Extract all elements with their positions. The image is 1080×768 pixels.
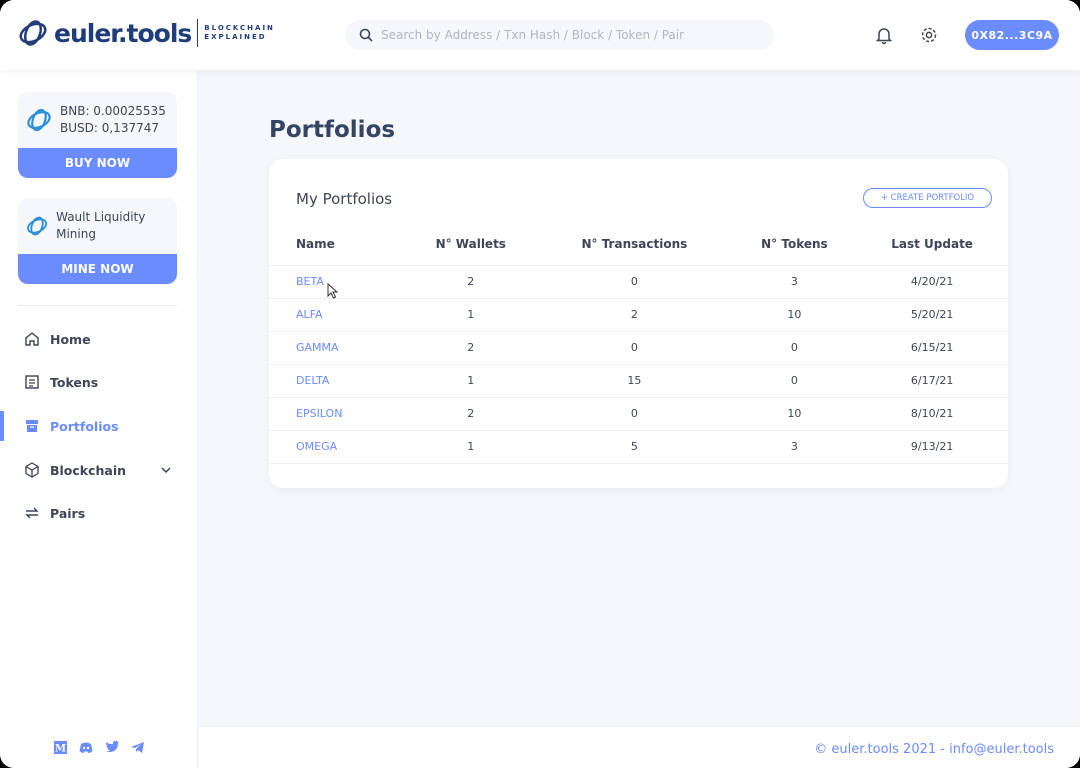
table-row[interactable]: GAMMA 2 0 0 6/15/21	[269, 331, 1008, 365]
sidebar-item-portfolios[interactable]: Portfolios	[0, 411, 198, 441]
table-row[interactable]: OMEGA 1 5 3 9/13/21	[269, 430, 1008, 464]
app-window: euler.tools BLOCKCHAINEXPLAINED 0X82...3…	[0, 0, 1080, 768]
column-header: N° Tokens	[732, 223, 857, 266]
nav-label: Portfolios	[50, 418, 119, 434]
table-cell: 10	[732, 397, 857, 431]
table-cell: 2	[405, 331, 537, 365]
column-header: N° Transactions	[536, 223, 733, 266]
portfolio-name-link[interactable]: OMEGA	[269, 430, 406, 464]
table-cell: 0	[536, 331, 733, 365]
nav-label: Blockchain	[50, 462, 127, 478]
table-cell: 1	[405, 430, 537, 464]
search-bar[interactable]	[345, 20, 774, 50]
table-cell: 5/20/21	[856, 298, 1008, 332]
portfolio-name-link[interactable]: DELTA	[269, 364, 406, 398]
table-cell: 1	[405, 364, 537, 398]
home-icon	[25, 332, 39, 346]
table-cell: 0	[732, 364, 857, 398]
table-cell: 0	[536, 397, 733, 431]
table-cell: 6/17/21	[856, 364, 1008, 398]
mine-now-button[interactable]: MINE NOW	[18, 254, 177, 284]
buy-now-button[interactable]: BUY NOW	[18, 148, 177, 178]
logo-tagline: BLOCKCHAIN	[204, 24, 275, 32]
bell-icon[interactable]	[874, 25, 894, 45]
telegram-icon[interactable]	[131, 741, 144, 754]
sidebar-divider	[18, 305, 177, 306]
portfolio-name-link[interactable]: EPSILON	[269, 397, 406, 431]
page-title: Portfolios	[269, 117, 396, 143]
discord-icon[interactable]	[79, 741, 93, 754]
table-row[interactable]: ALFA 1 2 10 5/20/21	[269, 298, 1008, 332]
footer-text[interactable]: © euler.tools 2021 - info@euler.tools	[814, 742, 1054, 757]
medium-icon[interactable]: M	[54, 741, 67, 754]
euler-logo-icon	[19, 20, 47, 46]
table-cell: 6/15/21	[856, 331, 1008, 365]
svg-text:M: M	[55, 744, 66, 755]
balance-card: BNB: 0.00025535 BUSD: 0,137747 BUY NOW	[18, 92, 177, 178]
table-cell: 3	[732, 265, 857, 299]
table-cell: 0	[732, 331, 857, 365]
main-content: Portfolios My Portfolios + CREATE PORTFO…	[199, 70, 1080, 726]
social-links: M	[54, 741, 144, 754]
logo[interactable]: euler.tools BLOCKCHAIN EXPLAINED	[18, 18, 275, 48]
header: euler.tools BLOCKCHAINEXPLAINED 0X82...3…	[0, 0, 1080, 70]
list-icon	[25, 375, 39, 389]
search-icon	[359, 28, 373, 42]
create-portfolio-button[interactable]: + CREATE PORTFOLIO	[863, 188, 992, 208]
table-cell: 8/10/21	[856, 397, 1008, 431]
table-cell: 2	[536, 298, 733, 332]
mining-card: Wault Liquidity Mining MINE NOW	[18, 198, 177, 284]
table-cell: 9/13/21	[856, 430, 1008, 464]
nav-label: Tokens	[50, 374, 99, 390]
sidebar: BNB: 0.00025535 BUSD: 0,137747 BUY NOW Wa…	[0, 70, 198, 768]
sidebar-item-blockchain[interactable]: Blockchain	[0, 455, 198, 485]
footer: © euler.tools 2021 - info@euler.tools	[199, 726, 1080, 768]
table-row[interactable]: EPSILON 2 0 10 8/10/21	[269, 397, 1008, 431]
column-header: Last Update	[856, 223, 1008, 266]
swap-icon	[25, 507, 39, 519]
gear-icon[interactable]	[919, 25, 939, 45]
table-cell: 2	[405, 397, 537, 431]
cube-icon	[25, 462, 39, 478]
portfolios-panel: My Portfolios + CREATE PORTFOLIO Name N° …	[269, 159, 1008, 488]
table-cell: 2	[405, 265, 537, 299]
bnb-balance: BNB: 0.00025535	[60, 104, 166, 118]
portfolios-table: Name N° Wallets N° Transactions N° Tokens La…	[269, 223, 1008, 464]
token-logo-icon	[27, 108, 51, 132]
archive-icon	[26, 420, 38, 432]
twitter-icon[interactable]	[105, 741, 119, 754]
table-cell: 3	[732, 430, 857, 464]
column-header: N° Wallets	[405, 223, 537, 266]
wallet-address-button[interactable]: 0X82...3C9A	[965, 20, 1059, 50]
table-cell: 1	[405, 298, 537, 332]
nav-label: Home	[50, 331, 91, 347]
busd-balance: BUSD: 0,137747	[60, 121, 159, 135]
token-logo-icon	[27, 216, 47, 236]
mining-text: Wault Liquidity Mining	[56, 210, 146, 241]
column-header: Name	[269, 223, 406, 266]
table-cell: 0	[536, 265, 733, 299]
panel-title: My Portfolios	[296, 190, 393, 208]
table-row[interactable]: DELTA 1 15 0 6/17/21	[269, 364, 1008, 398]
search-input[interactable]	[381, 28, 761, 42]
logo-tagline: EXPLAINED	[204, 33, 267, 41]
sidebar-item-tokens[interactable]: Tokens	[0, 367, 198, 397]
table-cell: 10	[732, 298, 857, 332]
portfolio-name-link[interactable]: ALFA	[269, 298, 406, 332]
portfolio-name-link[interactable]: GAMMA	[269, 331, 406, 365]
sidebar-item-home[interactable]: Home	[0, 324, 198, 354]
table-row[interactable]: BETA 2 0 3 4/20/21	[269, 265, 1008, 299]
table-cell: 5	[536, 430, 733, 464]
mouse-cursor-icon	[327, 283, 339, 299]
logo-text: euler.tools	[54, 18, 192, 48]
logo-divider	[197, 19, 199, 47]
table-cell: 15	[536, 364, 733, 398]
table-cell: 4/20/21	[856, 265, 1008, 299]
sidebar-item-pairs[interactable]: Pairs	[0, 498, 198, 528]
nav-label: Pairs	[50, 505, 86, 521]
chevron-down-icon[interactable]	[160, 464, 172, 476]
